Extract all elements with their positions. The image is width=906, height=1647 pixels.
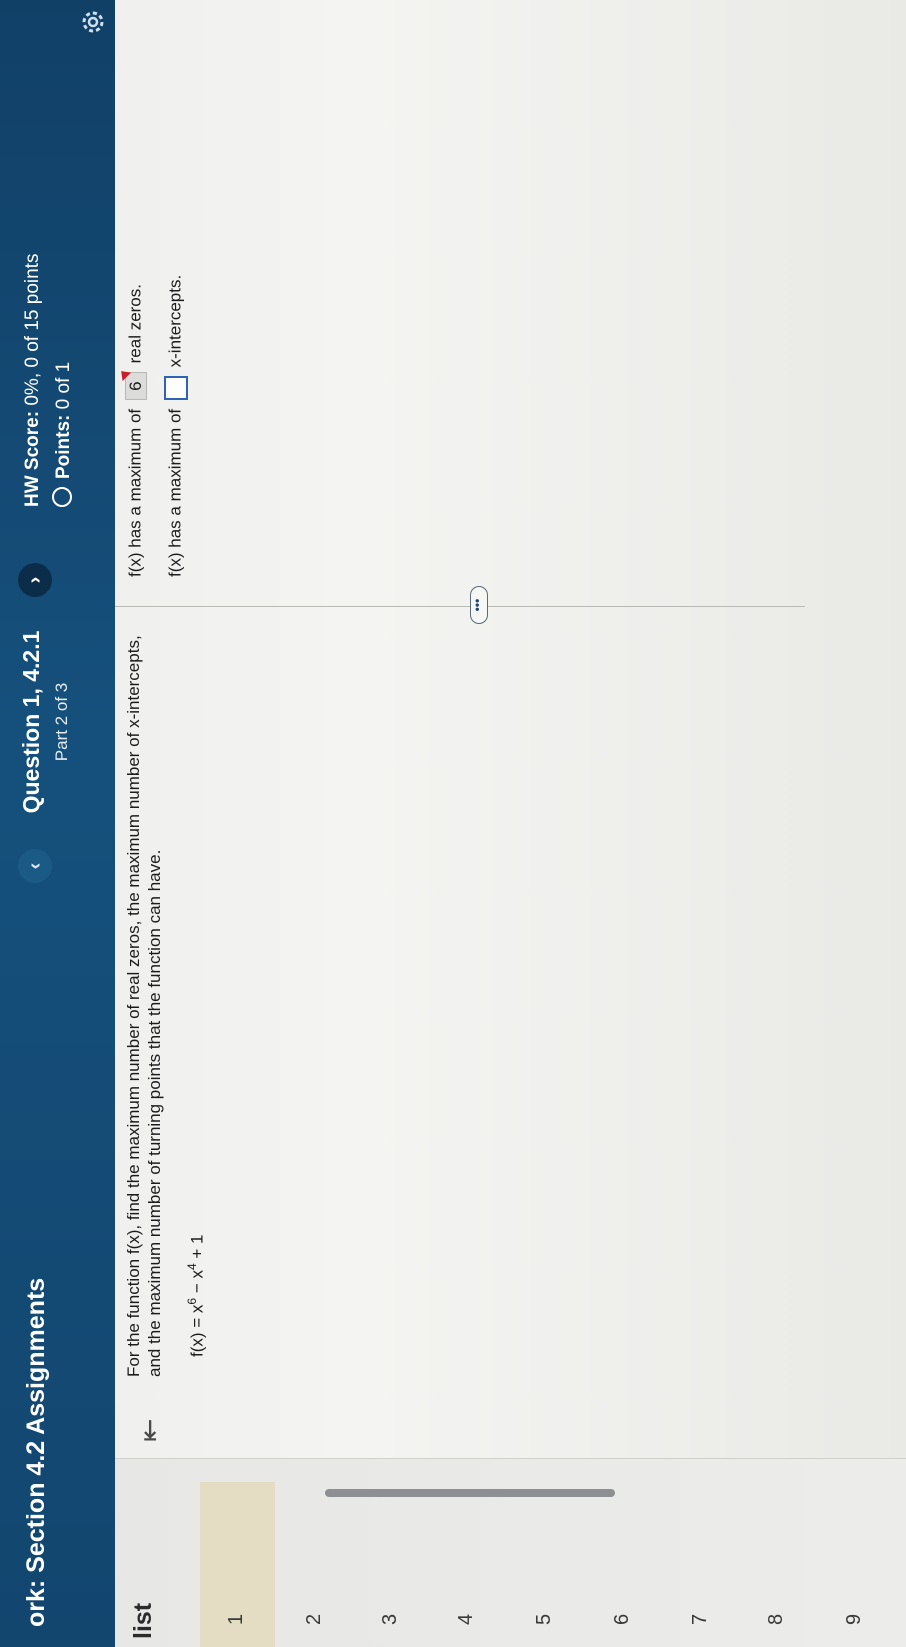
sidebar-item-6[interactable]: 6 <box>611 1614 634 1625</box>
func-suffix: + 1 <box>187 1234 207 1264</box>
sidebar-item-4[interactable]: 4 <box>455 1614 478 1625</box>
points-value: 0 of 1 <box>53 361 74 410</box>
hw-score-label: HW Score: <box>22 410 43 507</box>
answer-line-real-zeros: f(x) has a maximum of 6 real zeros. <box>116 284 147 577</box>
x-intercepts-answer-input[interactable] <box>164 376 188 401</box>
sidebar-label: list <box>129 1602 157 1639</box>
real-zeros-answer-box[interactable]: 6 <box>116 367 147 401</box>
arrow-left-bar-icon: ⇤ <box>134 1418 165 1442</box>
screen: ork: Section 4.2 Assignments ‹ Question … <box>0 0 906 1647</box>
content-divider <box>115 606 805 607</box>
sidebar-scrollbar[interactable] <box>325 1489 615 1497</box>
next-question-button[interactable]: › <box>18 563 52 597</box>
header-bar: ork: Section 4.2 Assignments ‹ Question … <box>0 0 115 1647</box>
incorrect-flag-icon <box>116 367 132 382</box>
previous-question-button[interactable]: ‹ <box>18 849 52 883</box>
real-zeros-answer-value: 6 <box>126 381 145 391</box>
points-circle-icon <box>52 487 72 507</box>
sidebar-item-7[interactable]: 7 <box>689 1614 712 1625</box>
question-part: Part 2 of 3 <box>52 682 71 762</box>
points-label: Points: <box>53 414 74 479</box>
sidebar-item-2[interactable]: 2 <box>303 1614 326 1625</box>
sidebar-item-8[interactable]: 8 <box>765 1614 788 1625</box>
answer1-prefix: f(x) has a maximum of <box>125 408 145 577</box>
sidebar-item-1[interactable]: 1 <box>225 1614 248 1625</box>
hw-score-value: 0%, 0 of 15 points <box>22 253 43 406</box>
hw-score: HW Score: 0%, 0 of 15 points <box>22 254 44 507</box>
sidebar-item-5[interactable]: 5 <box>533 1614 556 1625</box>
question-list-sidebar: list 1 2 3 4 5 6 7 8 9 <box>115 1459 906 1647</box>
answer-line-x-intercepts: f(x) has a maximum of x-intercepts. <box>164 275 188 577</box>
gear-icon[interactable] <box>78 7 108 37</box>
sidebar-item-3[interactable]: 3 <box>379 1614 402 1625</box>
answer2-prefix: f(x) has a maximum of <box>165 408 185 577</box>
answer2-suffix: x-intercepts. <box>165 274 185 368</box>
question-title: Question 1, 4.2.1 <box>18 630 44 814</box>
func-prefix: f(x) = x <box>187 1304 207 1357</box>
func-exponent-1: 6 <box>185 1297 199 1305</box>
func-mid: − x <box>187 1270 207 1298</box>
sidebar-item-9[interactable]: 9 <box>843 1614 866 1625</box>
collapse-sidebar-button[interactable]: ⇤ <box>130 1402 170 1442</box>
question-prompt: For the function f(x), find the maximum … <box>124 635 164 1377</box>
chevron-right-icon: › <box>24 576 46 584</box>
function-expression: f(x) = x6 − x4 + 1 <box>185 1234 208 1357</box>
more-options-button[interactable]: ••• <box>470 586 488 624</box>
points: Points: 0 of 1 <box>52 362 75 507</box>
sidebar-divider <box>115 1458 906 1459</box>
answer1-suffix: real zeros. <box>125 284 145 364</box>
assignment-title: ork: Section 4.2 Assignments <box>22 1277 50 1627</box>
func-exponent-2: 4 <box>185 1263 199 1271</box>
chevron-left-icon: ‹ <box>24 862 46 870</box>
